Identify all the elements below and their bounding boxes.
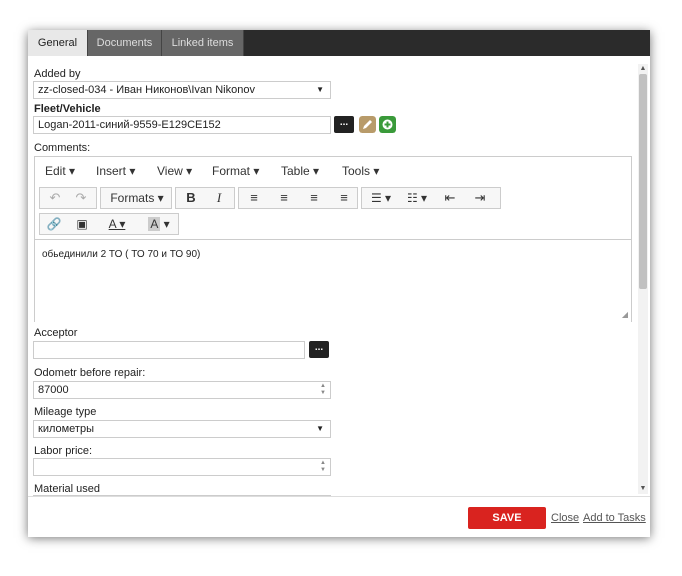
align-justify-icon[interactable]: ≡ [334, 190, 354, 206]
editor-body[interactable]: обьединили 2 ТО ( ТО 70 и ТО 90) ◢ [35, 239, 631, 322]
link-icon[interactable]: 🔗 [44, 216, 64, 232]
mileage-type-value: километры [38, 423, 94, 435]
spinner-icon[interactable]: ▲ ▼ [320, 383, 326, 397]
acceptor-label: Acceptor [34, 327, 78, 339]
list-group: ☰ ▾ ☷ ▾ ⇤ ⇥ [361, 187, 501, 209]
tab-general[interactable]: General [28, 30, 88, 56]
form-content: Added by zz-closed-034 - Иван Никонов\Iv… [28, 56, 650, 496]
scroll-down-icon[interactable]: ▼ [638, 484, 648, 494]
add-to-tasks-link[interactable]: Add to Tasks [583, 512, 646, 524]
scrollbar[interactable]: ▲ ▼ [638, 64, 648, 494]
rich-text-editor: Edit ▾ Insert ▾ View ▾ Format ▾ Table ▾ … [34, 156, 632, 322]
material-used-label: Material used [34, 483, 101, 495]
formats-group: Formats ▾ [100, 187, 172, 209]
align-left-icon[interactable]: ≡ [244, 190, 264, 206]
scroll-up-icon[interactable]: ▲ [638, 64, 648, 74]
menu-tools[interactable]: Tools ▾ [342, 164, 379, 178]
spinner-icon[interactable]: ▲ ▼ [320, 460, 326, 474]
bold-icon[interactable]: B [182, 190, 200, 206]
outdent-icon[interactable]: ⇤ [440, 190, 460, 206]
dialog-footer: SAVE Close Add to Tasks [28, 496, 650, 537]
menu-view[interactable]: View ▾ [157, 164, 192, 178]
menu-insert[interactable]: Insert ▾ [96, 164, 135, 178]
labor-price-input[interactable]: ▲ ▼ [33, 458, 331, 476]
acceptor-browse-button[interactable]: ... [309, 341, 329, 358]
comments-label: Comments: [34, 142, 91, 154]
align-group: ≡ ≡ ≡ ≡ [238, 187, 358, 209]
resize-handle-icon[interactable]: ◢ [622, 310, 628, 319]
formats-dropdown[interactable]: Formats ▾ [107, 190, 167, 206]
menu-format[interactable]: Format ▾ [212, 164, 259, 178]
add-plus-icon[interactable] [379, 116, 396, 133]
editor-toolbar: ↶ ↷ Formats ▾ B I ≡ ≡ ≡ ≡ ☰ ▾ ☷ ▾ ⇤ ⇥ 🔗 … [35, 185, 631, 238]
scrollbar-thumb[interactable] [639, 74, 647, 289]
tab-documents[interactable]: Documents [88, 30, 162, 56]
odometer-input[interactable]: 87000 ▲ ▼ [33, 381, 331, 399]
odometer-value: 87000 [38, 384, 69, 396]
comment-text: обьединили 2 ТО ( ТО 70 и ТО 90) [42, 249, 201, 260]
odometer-label: Odometr before repair: [34, 367, 146, 379]
tab-linked-items[interactable]: Linked items [162, 30, 244, 56]
added-by-select[interactable]: zz-closed-034 - Иван Никонов\Ivan Nikono… [33, 81, 331, 99]
indent-icon[interactable]: ⇥ [470, 190, 490, 206]
align-center-icon[interactable]: ≡ [274, 190, 294, 206]
text-style-group: B I [175, 187, 235, 209]
menu-edit[interactable]: Edit ▾ [45, 164, 75, 178]
mileage-type-label: Mileage type [34, 406, 97, 418]
dialog: General Documents Linked items Added by … [28, 30, 650, 537]
text-color-icon[interactable]: A ▾ [102, 216, 132, 232]
background-color-icon[interactable]: A ▾ [144, 216, 174, 232]
edit-pencil-icon[interactable] [359, 116, 376, 133]
align-right-icon[interactable]: ≡ [304, 190, 324, 206]
close-link[interactable]: Close [551, 512, 579, 524]
acceptor-field[interactable] [33, 341, 305, 359]
numbered-list-icon[interactable]: ☷ ▾ [402, 190, 432, 206]
menu-table[interactable]: Table ▾ [281, 164, 319, 178]
vehicle-field[interactable]: Logan-2011-синий-9559-E129CE152 [33, 116, 331, 134]
undo-redo-group: ↶ ↷ [39, 187, 97, 209]
added-by-label: Added by [34, 68, 81, 80]
editor-menubar: Edit ▾ Insert ▾ View ▾ Format ▾ Table ▾ … [35, 157, 631, 185]
redo-icon[interactable]: ↷ [72, 190, 90, 206]
tab-bar: General Documents Linked items [28, 30, 650, 56]
added-by-value: zz-closed-034 - Иван Никонов\Ivan Nikono… [38, 84, 255, 96]
image-icon[interactable]: ▣ [72, 216, 92, 232]
bullet-list-icon[interactable]: ☰ ▾ [366, 190, 396, 206]
italic-icon[interactable]: I [210, 190, 228, 206]
chevron-down-icon: ▼ [316, 424, 324, 433]
vehicle-browse-button[interactable]: ... [334, 116, 354, 133]
undo-icon[interactable]: ↶ [46, 190, 64, 206]
vehicle-label: Fleet/Vehicle [34, 103, 101, 115]
mileage-type-select[interactable]: километры ▼ [33, 420, 331, 438]
insert-group: 🔗 ▣ A ▾ A ▾ [39, 213, 179, 235]
chevron-down-icon: ▼ [316, 85, 324, 94]
save-button[interactable]: SAVE [468, 507, 546, 529]
labor-price-label: Labor price: [34, 445, 93, 457]
